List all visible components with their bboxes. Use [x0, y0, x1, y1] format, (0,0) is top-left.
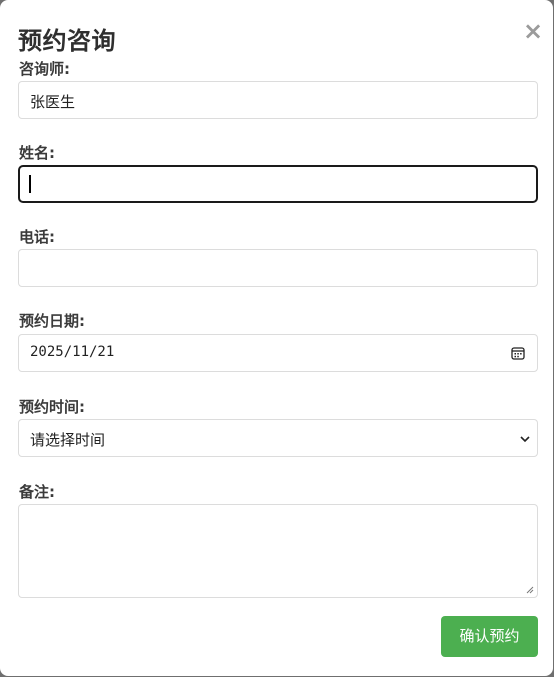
name-input[interactable] [18, 165, 538, 203]
notes-textarea[interactable] [18, 504, 538, 598]
dialog-title: 预约咨询 [18, 27, 116, 55]
phone-label: 电话: [19, 228, 55, 246]
name-label: 姓名: [19, 144, 55, 162]
chevron-down-icon [520, 436, 530, 443]
time-label: 预约时间: [19, 398, 85, 416]
confirm-appointment-button[interactable]: 确认预约 [441, 616, 538, 657]
date-label: 预约日期: [19, 312, 85, 330]
counselor-label: 咨询师: [19, 60, 70, 78]
time-select[interactable]: 请选择时间 [18, 419, 538, 457]
appointment-dialog: 预约咨询 × 咨询师: 张医生 姓名: 电话: 预约日期: 2025/11/21… [0, 0, 553, 676]
date-value: 2025/11/21 [30, 344, 115, 360]
date-input[interactable]: 2025/11/21 [18, 334, 538, 372]
resize-grip-icon[interactable] [526, 586, 534, 594]
phone-input[interactable] [18, 249, 538, 287]
calendar-icon[interactable] [511, 346, 525, 360]
close-icon[interactable]: × [522, 18, 544, 44]
counselor-field[interactable]: 张医生 [18, 81, 538, 119]
text-caret [29, 175, 31, 193]
time-selected-value: 请选择时间 [30, 431, 106, 449]
counselor-value: 张医生 [30, 93, 76, 111]
notes-label: 备注: [19, 483, 55, 501]
